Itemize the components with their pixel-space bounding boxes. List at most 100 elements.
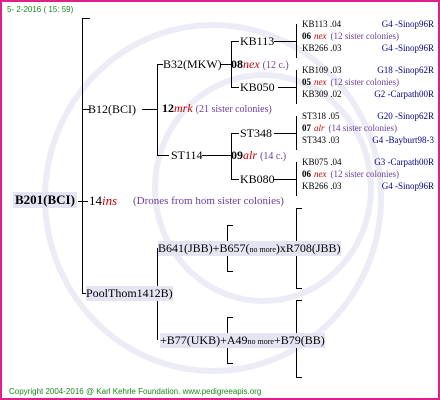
site-link[interactable]: www.pedigreeapis.org bbox=[183, 387, 262, 396]
queen-origin: G18 -Sinop62R bbox=[377, 65, 434, 75]
root-drones-number: 14ins bbox=[89, 193, 117, 209]
drones-count: 06 bbox=[302, 31, 311, 41]
queen-st114[interactable]: ST114 bbox=[171, 148, 203, 163]
drones-count: 06 bbox=[302, 169, 311, 179]
queen-kb050[interactable]: KB050 bbox=[240, 80, 275, 95]
drones-race: alr bbox=[314, 123, 325, 133]
drones-count: 05 bbox=[302, 77, 311, 87]
gen4-queen-row[interactable]: ST318 .05 G20 -Sinop62R bbox=[302, 111, 434, 121]
connector bbox=[278, 87, 297, 88]
connector-vertical bbox=[296, 300, 297, 334]
connector bbox=[296, 300, 302, 301]
connector bbox=[274, 133, 297, 134]
mother-queen[interactable]: B12(BCI) bbox=[88, 102, 136, 117]
drones-note: (14 c.) bbox=[260, 151, 287, 162]
drones-race: nex bbox=[314, 31, 327, 41]
connector bbox=[231, 133, 239, 134]
connector-vertical bbox=[157, 64, 158, 156]
drones-count: 07 bbox=[302, 123, 311, 133]
connector bbox=[142, 109, 158, 110]
connector bbox=[231, 41, 239, 42]
date-header: 5- 2-2016 ( 15: 59) bbox=[7, 5, 74, 14]
connector bbox=[227, 271, 233, 272]
father-queen[interactable]: PoolThom1412B) bbox=[86, 286, 173, 301]
connector bbox=[274, 179, 297, 180]
drones-race: nex bbox=[314, 77, 327, 87]
connector bbox=[78, 201, 88, 202]
connector-vertical bbox=[296, 346, 297, 378]
drones-st114: 09alr (14 c.) bbox=[231, 148, 286, 163]
drones-note: (Drones from hom sister colonies) bbox=[133, 195, 284, 207]
connector bbox=[296, 377, 302, 378]
gen4-drones-row[interactable]: 05 nex (12 sister colonies) bbox=[302, 77, 434, 87]
queen-b641[interactable]: B641(JBB)+B657(no more)xR708(JBB) bbox=[158, 241, 341, 256]
drones-count: 12 bbox=[162, 101, 174, 115]
queen-b32[interactable]: B32(MKW) bbox=[163, 57, 222, 72]
connector bbox=[202, 155, 232, 156]
queen-code: ST318 .05 bbox=[302, 111, 340, 121]
queen-b77[interactable]: +B77(UKB)+A49no more+B79(BB) bbox=[160, 333, 325, 348]
gen4-drones-row[interactable]: 06 nex (12 sister colonies) bbox=[302, 169, 434, 179]
gen4-queen-row[interactable]: KB113 .04 G4 -Sinop96R bbox=[302, 19, 434, 29]
queen-code: KB309 .02 bbox=[302, 89, 342, 99]
gen4-queen-row[interactable]: KB109 .03 G18 -Sinop62R bbox=[302, 65, 434, 75]
queen-kb080[interactable]: KB080 bbox=[240, 172, 275, 187]
more-link[interactable]: no more bbox=[248, 337, 274, 346]
gen4-queen-row[interactable]: ST343 .03 G4 -Bayburt98-3 bbox=[302, 135, 434, 145]
drones-race: nex bbox=[243, 57, 260, 71]
queen-origin: G4 -Sinop96R bbox=[381, 181, 434, 191]
copyright-footer: Copyright 2004-2016 @ Karl Kehrle Founda… bbox=[9, 387, 261, 396]
queen-origin: G3 -Carpath00R bbox=[374, 157, 434, 167]
queen-origin: G20 -Sinop62R bbox=[377, 111, 434, 121]
drones-race: nex bbox=[314, 169, 327, 179]
queen-code: KB113 .04 bbox=[302, 19, 342, 29]
queen-kb113[interactable]: KB113 bbox=[240, 34, 274, 49]
connector bbox=[274, 41, 297, 42]
queen-code: KB109 .03 bbox=[302, 65, 342, 75]
gen4-queen-row[interactable]: KB075 .04 G3 -Carpath00R bbox=[302, 157, 434, 167]
queen-origin: G4 -Sinop96R bbox=[381, 43, 434, 53]
gen4-queen-row[interactable]: KB266 .03 G4 -Sinop96R bbox=[302, 181, 434, 191]
drones-note: (12 c.) bbox=[262, 60, 289, 71]
b79-label: +B79(BB) bbox=[273, 333, 325, 347]
b641-label: B641(JBB)+B657( bbox=[158, 241, 250, 255]
connector-root-vertical bbox=[82, 18, 83, 294]
connector bbox=[227, 363, 233, 364]
drones-count: 08 bbox=[231, 57, 243, 71]
connector bbox=[227, 225, 233, 226]
connector-vertical bbox=[296, 208, 297, 242]
gen4-queen-row[interactable]: KB309 .02 G2 -Carpath00R bbox=[302, 89, 434, 99]
drones-b32: 08nex (12 c.) bbox=[231, 57, 289, 72]
root-queen[interactable]: B201(BCI) bbox=[13, 192, 77, 208]
drones-note: (12 sister colonies) bbox=[330, 169, 399, 179]
gen4-queen-row[interactable]: KB266 .03 G4 -Sinop96R bbox=[302, 43, 434, 53]
connector bbox=[82, 18, 90, 19]
drones-b12: 12mrk (21 sister colonies) bbox=[162, 101, 272, 116]
queen-origin: G4 -Bayburt98-3 bbox=[372, 135, 434, 145]
drones-note: (14 sister colonies) bbox=[328, 123, 397, 133]
connector-vertical bbox=[296, 254, 297, 288]
queen-code: ST343 .03 bbox=[302, 135, 340, 145]
xr708-label: )xR708(JBB) bbox=[275, 241, 341, 255]
pedigree-frame: 5- 2-2016 ( 15: 59) B201(BCI) 14ins (Dro… bbox=[0, 0, 440, 400]
queen-st348[interactable]: ST348 bbox=[240, 126, 272, 141]
drones-count: 09 bbox=[231, 148, 243, 162]
drones-note: (12 sister colonies) bbox=[330, 31, 399, 41]
gen4-drones-row[interactable]: 07 alr (14 sister colonies) bbox=[302, 123, 434, 133]
drones-note: (21 sister colonies) bbox=[195, 104, 272, 115]
connector bbox=[296, 208, 302, 209]
queen-origin: G4 -Sinop96R bbox=[381, 19, 434, 29]
drones-race: alr bbox=[243, 148, 258, 162]
queen-code: KB075 .04 bbox=[302, 157, 342, 167]
drones-race: ins bbox=[102, 193, 118, 208]
drones-count: 14 bbox=[89, 193, 102, 208]
queen-code: KB266 .03 bbox=[302, 181, 342, 191]
connector bbox=[231, 179, 239, 180]
copyright-text: Copyright 2004-2016 @ Karl Kehrle Founda… bbox=[9, 387, 181, 396]
more-link[interactable]: no more bbox=[249, 245, 275, 254]
queen-origin: G2 -Carpath00R bbox=[374, 89, 434, 99]
connector bbox=[157, 155, 169, 156]
drones-note: (12 sister colonies) bbox=[330, 77, 399, 87]
gen4-drones-row[interactable]: 06 nex (12 sister colonies) bbox=[302, 31, 434, 41]
b77-label: +B77(UKB)+A49 bbox=[160, 333, 248, 347]
